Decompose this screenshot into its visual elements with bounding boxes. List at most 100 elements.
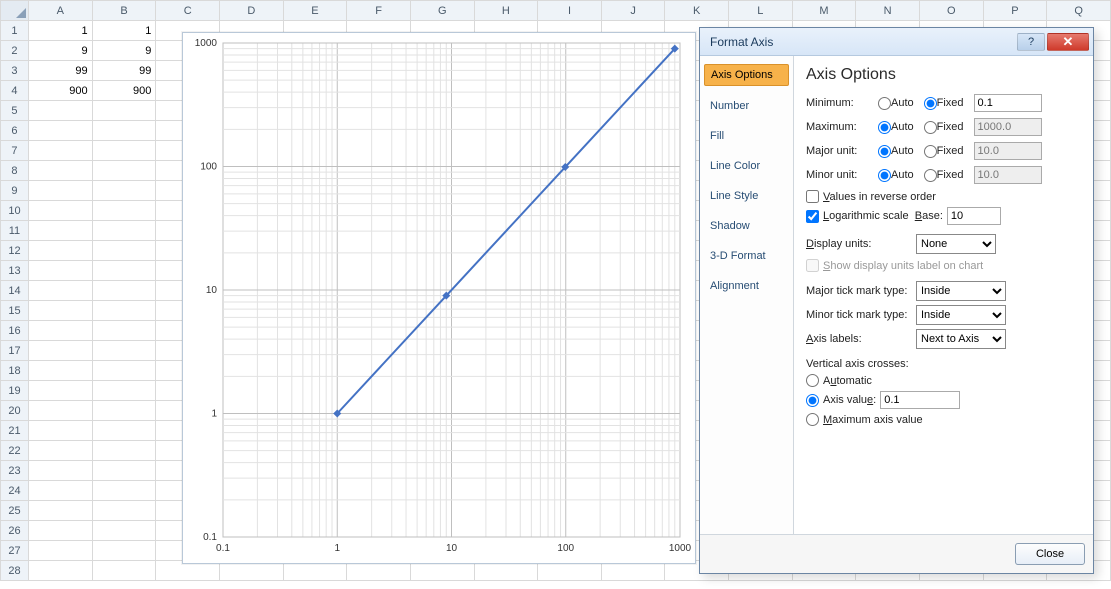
vac-axis-value-radio[interactable]	[806, 394, 819, 407]
row-header-18[interactable]: 18	[1, 361, 29, 381]
cell-B1[interactable]: 1	[92, 21, 156, 41]
cell-B16[interactable]	[92, 321, 156, 341]
cell-A20[interactable]	[28, 401, 92, 421]
row-header-3[interactable]: 3	[1, 61, 29, 81]
row-header-5[interactable]: 5	[1, 101, 29, 121]
col-header-I[interactable]: I	[538, 1, 602, 21]
cell-B28[interactable]	[92, 561, 156, 581]
cell-A17[interactable]	[28, 341, 92, 361]
cell-A23[interactable]	[28, 461, 92, 481]
cell-A11[interactable]	[28, 221, 92, 241]
cell-B24[interactable]	[92, 481, 156, 501]
row-header-6[interactable]: 6	[1, 121, 29, 141]
cell-B6[interactable]	[92, 121, 156, 141]
col-header-C[interactable]: C	[156, 1, 220, 21]
row-header-15[interactable]: 15	[1, 301, 29, 321]
vac-automatic-radio[interactable]	[806, 374, 819, 387]
cell-A18[interactable]	[28, 361, 92, 381]
major-tick-select[interactable]: Inside	[916, 281, 1006, 301]
cell-B20[interactable]	[92, 401, 156, 421]
embedded-chart[interactable]: 0.111010010000.11101001000	[182, 32, 696, 564]
cell-A25[interactable]	[28, 501, 92, 521]
col-header-D[interactable]: D	[220, 1, 284, 21]
cell-A1[interactable]: 1	[28, 21, 92, 41]
cell-B8[interactable]	[92, 161, 156, 181]
cell-A27[interactable]	[28, 541, 92, 561]
col-header-A[interactable]: A	[28, 1, 92, 21]
minimum-auto-radio[interactable]	[878, 97, 891, 110]
cell-B22[interactable]	[92, 441, 156, 461]
row-header-4[interactable]: 4	[1, 81, 29, 101]
col-header-M[interactable]: M	[792, 1, 856, 21]
cell-B11[interactable]	[92, 221, 156, 241]
cell-A24[interactable]	[28, 481, 92, 501]
row-header-9[interactable]: 9	[1, 181, 29, 201]
nav-item-line-color[interactable]: Line Color	[704, 156, 789, 176]
dialog-titlebar[interactable]: Format Axis ? ✕	[700, 28, 1093, 56]
cell-A12[interactable]	[28, 241, 92, 261]
cell-B10[interactable]	[92, 201, 156, 221]
maximum-fixed-radio[interactable]	[924, 121, 937, 134]
cell-A26[interactable]	[28, 521, 92, 541]
row-header-19[interactable]: 19	[1, 381, 29, 401]
cell-A14[interactable]	[28, 281, 92, 301]
log-base-input[interactable]	[947, 207, 1001, 225]
cell-B15[interactable]	[92, 301, 156, 321]
row-header-16[interactable]: 16	[1, 321, 29, 341]
row-header-26[interactable]: 26	[1, 521, 29, 541]
row-header-14[interactable]: 14	[1, 281, 29, 301]
cell-A4[interactable]: 900	[28, 81, 92, 101]
cell-A13[interactable]	[28, 261, 92, 281]
minimum-input[interactable]	[974, 94, 1042, 112]
row-header-25[interactable]: 25	[1, 501, 29, 521]
cell-A9[interactable]	[28, 181, 92, 201]
col-header-G[interactable]: G	[410, 1, 474, 21]
cell-A15[interactable]	[28, 301, 92, 321]
col-header-F[interactable]: F	[347, 1, 411, 21]
row-header-10[interactable]: 10	[1, 201, 29, 221]
cell-A2[interactable]: 9	[28, 41, 92, 61]
col-header-L[interactable]: L	[729, 1, 793, 21]
col-header-P[interactable]: P	[983, 1, 1047, 21]
minor-unit-auto-radio[interactable]	[878, 169, 891, 182]
display-units-select[interactable]: None	[916, 234, 996, 254]
row-header-28[interactable]: 28	[1, 561, 29, 581]
col-header-Q[interactable]: Q	[1047, 1, 1111, 21]
row-header-8[interactable]: 8	[1, 161, 29, 181]
col-header-O[interactable]: O	[919, 1, 983, 21]
vac-maximum-radio[interactable]	[806, 413, 819, 426]
cell-B19[interactable]	[92, 381, 156, 401]
cell-A16[interactable]	[28, 321, 92, 341]
cell-B14[interactable]	[92, 281, 156, 301]
nav-item-fill[interactable]: Fill	[704, 126, 789, 146]
reverse-order-checkbox[interactable]	[806, 190, 819, 203]
row-header-24[interactable]: 24	[1, 481, 29, 501]
cell-A6[interactable]	[28, 121, 92, 141]
col-header-K[interactable]: K	[665, 1, 729, 21]
nav-item-shadow[interactable]: Shadow	[704, 216, 789, 236]
cell-A19[interactable]	[28, 381, 92, 401]
cell-B13[interactable]	[92, 261, 156, 281]
major-unit-fixed-radio[interactable]	[924, 145, 937, 158]
cell-B26[interactable]	[92, 521, 156, 541]
cell-B9[interactable]	[92, 181, 156, 201]
log-scale-checkbox[interactable]	[806, 210, 819, 223]
minor-unit-fixed-radio[interactable]	[924, 169, 937, 182]
col-header-E[interactable]: E	[283, 1, 347, 21]
row-header-1[interactable]: 1	[1, 21, 29, 41]
col-header-N[interactable]: N	[856, 1, 920, 21]
cell-B3[interactable]: 99	[92, 61, 156, 81]
row-header-23[interactable]: 23	[1, 461, 29, 481]
cell-A7[interactable]	[28, 141, 92, 161]
row-header-7[interactable]: 7	[1, 141, 29, 161]
cell-A22[interactable]	[28, 441, 92, 461]
cell-A5[interactable]	[28, 101, 92, 121]
row-header-21[interactable]: 21	[1, 421, 29, 441]
cell-B17[interactable]	[92, 341, 156, 361]
axis-labels-select[interactable]: Next to Axis	[916, 329, 1006, 349]
row-header-22[interactable]: 22	[1, 441, 29, 461]
nav-item-line-style[interactable]: Line Style	[704, 186, 789, 206]
cell-A10[interactable]	[28, 201, 92, 221]
close-icon[interactable]: ✕	[1047, 33, 1089, 51]
major-unit-auto-radio[interactable]	[878, 145, 891, 158]
